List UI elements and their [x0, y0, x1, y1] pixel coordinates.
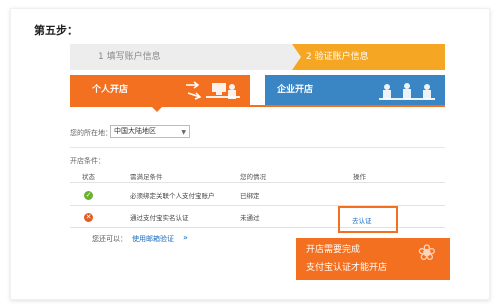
company-illustration-icon: [377, 79, 437, 103]
progress-step-verify-account: 2 验证账户信息: [292, 44, 445, 70]
header-action: 操作: [353, 173, 366, 181]
callout-note: 开店需要完成 支付宝认证才能开店 ❀: [296, 238, 450, 280]
chevron-down-icon: ▼: [181, 129, 186, 136]
progress-step-fill-account: 1 填写账户信息: [70, 44, 298, 70]
header-situation: 您的情况: [240, 173, 266, 181]
action-highlight-box: 去认证: [338, 206, 398, 233]
row-condition: 通过支付宝实名认证: [130, 214, 189, 222]
alternative-label: 您还可以：: [92, 235, 127, 243]
divider: [70, 147, 445, 148]
company-store-card[interactable]: 企业开店: [265, 75, 445, 105]
paw-watermark-icon: ❀: [417, 241, 436, 266]
table-header: 状态 需满足条件 您的情况 操作: [70, 172, 445, 183]
location-select[interactable]: 中国大陆地区 ▼: [110, 125, 190, 138]
callout-line-2: 支付宝认证才能开店: [306, 263, 388, 273]
personal-illustration-icon: [182, 79, 242, 103]
section-underline: [70, 105, 445, 107]
callout-line-1: 开店需要完成: [306, 245, 361, 255]
row-situation: 未通过: [240, 214, 260, 222]
email-verify-link[interactable]: 使用邮箱验证: [132, 234, 174, 244]
personal-store-card[interactable]: 个人开店: [70, 75, 250, 112]
header-condition: 需满足条件: [130, 173, 163, 181]
company-store-label: 企业开店: [277, 85, 314, 95]
conditions-label: 开店条件：: [70, 157, 105, 165]
double-arrow-icon: »: [183, 233, 188, 242]
verify-link[interactable]: 去认证: [352, 215, 372, 225]
table-row: ✓ 必须绑定关联个人支付宝账户 已绑定: [70, 186, 445, 206]
location-label: 您的所在地：: [70, 129, 112, 137]
progress-arrow: [292, 44, 301, 70]
location-select-value: 中国大陆地区: [114, 127, 156, 135]
check-icon: ✓: [84, 191, 93, 200]
progress-bar: 1 填写账户信息 2 验证账户信息: [70, 44, 445, 70]
error-icon: ✕: [84, 213, 93, 222]
personal-store-label: 个人开店: [92, 85, 129, 95]
row-situation: 已绑定: [240, 192, 260, 200]
header-status: 状态: [82, 173, 95, 181]
row-condition: 必须绑定关联个人支付宝账户: [130, 192, 215, 200]
step-title: 第五步：: [34, 24, 78, 37]
